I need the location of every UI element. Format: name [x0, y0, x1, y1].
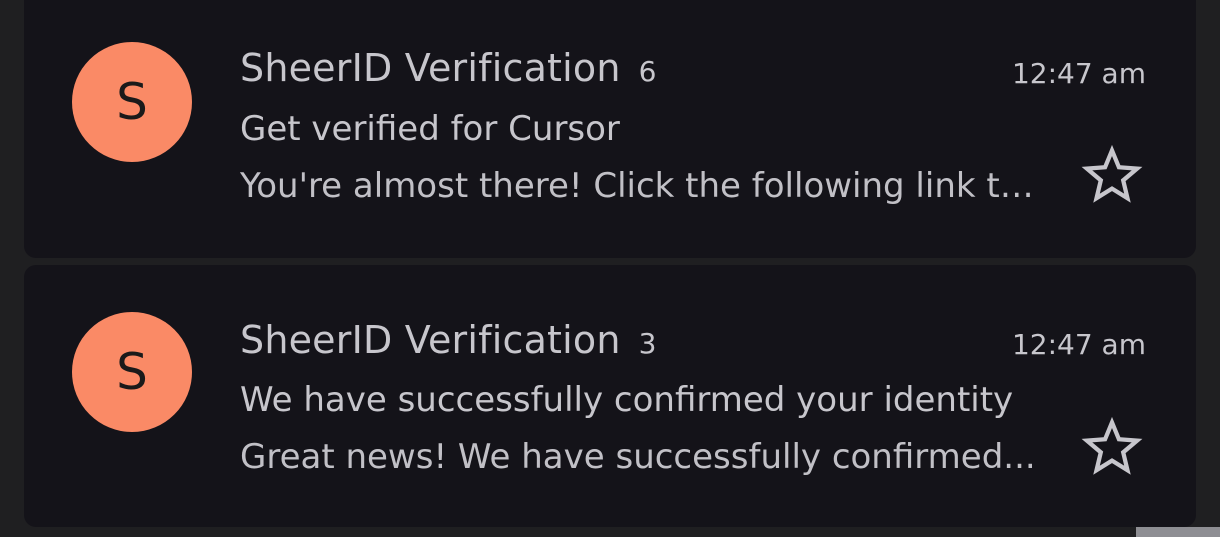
- timestamp: 12:47 am: [1011, 328, 1146, 361]
- email-subject: We have successfully confirmed your iden…: [240, 380, 1014, 420]
- sender-label: SheerID Verification: [240, 46, 621, 90]
- avatar[interactable]: S: [72, 312, 192, 432]
- email-subject: Get verified for Cursor: [240, 109, 620, 149]
- thread-count: 3: [638, 327, 657, 360]
- email-list: S SheerID Verification 6 12:47 am Get ver…: [0, 0, 1220, 537]
- email-thread-item[interactable]: S SheerID Verification 6 12:47 am Get ver…: [24, 0, 1196, 258]
- timestamp: 12:47 am: [1011, 57, 1146, 90]
- avatar-letter: S: [116, 73, 148, 131]
- email-thread-item[interactable]: S SheerID Verification 3 12:47 am We have…: [24, 265, 1196, 527]
- avatar[interactable]: S: [72, 42, 192, 162]
- sender-name: SheerID Verification 3: [240, 318, 657, 362]
- thread-count: 6: [638, 55, 657, 88]
- star-icon[interactable]: [1080, 143, 1144, 207]
- avatar-letter: S: [116, 343, 148, 401]
- sender-name: SheerID Verification 6: [240, 46, 657, 90]
- sender-label: SheerID Verification: [240, 318, 621, 362]
- star-icon[interactable]: [1080, 415, 1144, 479]
- email-snippet: You're almost there! Click the following…: [240, 166, 1050, 206]
- scrollbar-thumb[interactable]: [1136, 527, 1220, 537]
- email-snippet: Great news! We have successfully confirm…: [240, 437, 1036, 477]
